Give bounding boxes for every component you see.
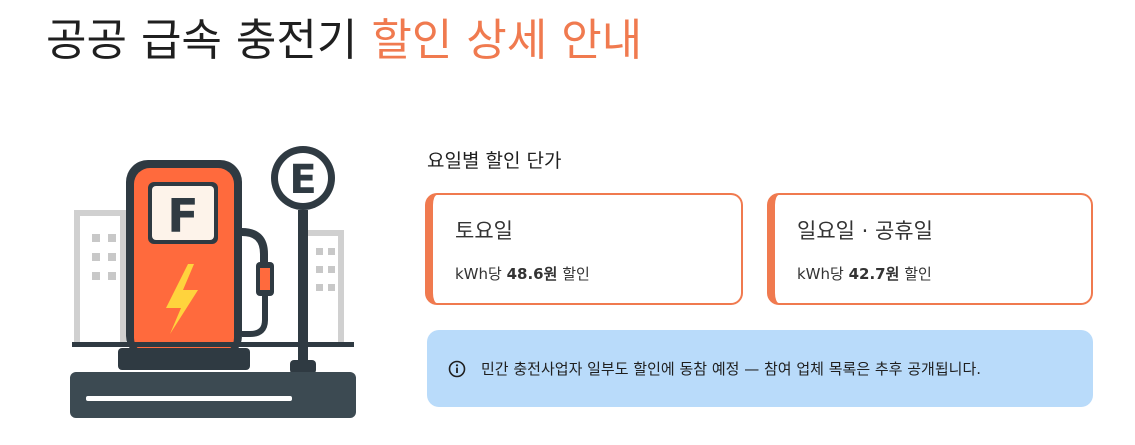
price-suffix: 할인: [904, 265, 932, 283]
price-amount: 48.6원: [506, 265, 558, 283]
notice-banner: 민간 충전사업자 일부도 할인에 동참 예정 — 참여 업체 목록은 추후 공개…: [427, 330, 1093, 407]
building-left: [74, 210, 126, 345]
pump-letter: F: [167, 189, 198, 243]
page-title-main: 공공 급속 충전기: [46, 15, 358, 66]
card-title: 일요일 · 공휴일: [797, 219, 933, 243]
card-price: kWh당 42.7원 할인: [797, 263, 932, 284]
card-title: 토요일: [455, 219, 513, 243]
platform: [70, 342, 356, 418]
building-right: [302, 230, 344, 345]
charger-pump: F: [126, 160, 274, 358]
discount-card-sunday-holiday: 일요일 · 공휴일 kWh당 42.7원 할인: [767, 193, 1093, 305]
info-icon: [448, 360, 466, 377]
card-price: kWh당 48.6원 할인: [455, 263, 590, 284]
notice-text: 민간 충전사업자 일부도 할인에 동참 예정 — 참여 업체 목록은 추후 공개…: [481, 360, 982, 378]
price-suffix: 할인: [562, 265, 590, 283]
page-title: 공공 급속 충전기 할인 상세 안내: [46, 4, 642, 68]
discount-card-saturday: 토요일 kWh당 48.6원 할인: [425, 193, 743, 305]
section-label: 요일별 할인 단가: [427, 150, 562, 172]
price-prefix: kWh당: [797, 265, 844, 283]
price-amount: 42.7원: [848, 265, 900, 283]
ev-charger-illustration: F E: [70, 146, 356, 418]
page-title-accent: 할인 상세 안내: [371, 15, 643, 66]
sign-letter: E: [289, 157, 316, 203]
price-prefix: kWh당: [455, 265, 502, 283]
